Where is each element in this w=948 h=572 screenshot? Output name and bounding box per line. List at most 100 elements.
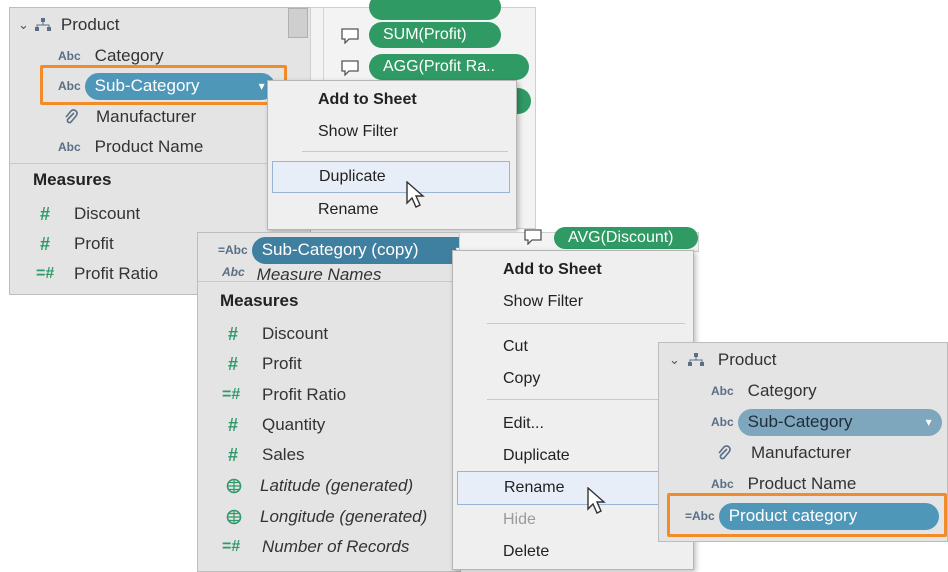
field-label: Quantity <box>262 415 326 434</box>
measures-heading: Measures <box>220 291 299 310</box>
dimension-measure-names[interactable]: Abc Measure Names <box>222 265 381 281</box>
string-type-icon: Abc <box>711 477 734 491</box>
measure-profit[interactable]: # Profit <box>228 349 302 379</box>
field-label: Sales <box>262 445 305 464</box>
tooltip-icon[interactable] <box>341 60 359 76</box>
data-pane-copy: =Abc Sub-Category (copy) ▾ Abc Measure N… <box>197 232 461 572</box>
mark-pill-avg-discount[interactable]: AVG(Discount) <box>554 227 698 249</box>
measure-longitude[interactable]: Longitude (generated) <box>226 502 427 532</box>
menu-edit[interactable]: Edit... <box>453 409 693 439</box>
field-label: Profit <box>262 354 302 373</box>
field-label: Manufacturer <box>96 107 197 126</box>
calculated-measure-icon: =# <box>36 265 55 282</box>
hierarchy-icon <box>34 18 51 32</box>
dropdown-arrow-icon[interactable]: ▾ <box>926 415 932 429</box>
tooltip-icon[interactable] <box>341 28 359 44</box>
renamed-highlight <box>667 493 947 537</box>
measure-hash-icon: # <box>228 323 239 344</box>
menu-add-to-sheet[interactable]: Add to Sheet <box>268 85 516 115</box>
dimension-manufacturer[interactable]: Manufacturer <box>717 438 851 468</box>
paperclip-icon <box>64 109 78 125</box>
field-label: Discount <box>262 324 329 343</box>
menu-show-filter[interactable]: Show Filter <box>453 287 693 317</box>
menu-rename[interactable]: Rename <box>268 195 516 225</box>
string-type-icon: Abc <box>222 265 245 279</box>
divider <box>198 281 460 282</box>
menu-separator <box>302 151 508 152</box>
field-label: Category <box>94 46 164 65</box>
measure-discount[interactable]: # Discount <box>40 199 140 229</box>
hierarchy-icon <box>687 353 704 367</box>
dimension-sub-category-copy[interactable]: =Abc Sub-Category (copy) ▾ <box>218 235 460 265</box>
measure-latitude[interactable]: Latitude (generated) <box>226 471 413 501</box>
measure-discount[interactable]: # Discount <box>228 319 328 349</box>
product-folder[interactable]: ⌄ Product <box>18 10 120 40</box>
field-label: Manufacturer <box>751 443 852 462</box>
dimension-product-name[interactable]: Abc Product Name <box>58 132 203 162</box>
selection-highlight <box>40 65 287 105</box>
menu-duplicate[interactable]: Duplicate <box>453 441 693 471</box>
measures-heading: Measures <box>33 170 112 189</box>
folder-label: Product <box>60 15 120 34</box>
menu-delete[interactable]: Delete <box>453 537 693 567</box>
calculated-string-icon: =Abc <box>218 243 248 257</box>
field-label: Discount <box>74 204 141 223</box>
measure-profit[interactable]: # Profit <box>40 229 114 259</box>
scrollbar-thumb[interactable] <box>288 8 308 38</box>
field-label: Latitude (generated) <box>260 476 414 495</box>
menu-add-to-sheet[interactable]: Add to Sheet <box>453 255 693 285</box>
menu-rename[interactable]: Rename <box>457 471 661 505</box>
menu-separator <box>487 399 685 400</box>
mark-pill-sum-profit[interactable]: SUM(Profit) <box>369 22 501 48</box>
field-label: Sub-Category (copy) <box>261 240 419 259</box>
string-type-icon: Abc <box>711 384 734 398</box>
field-label: Sub-Category <box>747 412 853 431</box>
folder-label: Product <box>717 350 777 369</box>
field-label: Profit Ratio <box>262 385 347 404</box>
mark-pill-agg-profit-ratio[interactable]: AGG(Profit Ra.. <box>369 54 529 80</box>
calculated-measure-icon: =# <box>222 386 241 403</box>
measure-hash-icon: # <box>228 353 239 374</box>
measure-hash-icon: # <box>40 233 51 254</box>
mouse-cursor-icon <box>406 181 428 209</box>
chevron-down-icon[interactable]: ⌄ <box>669 352 680 368</box>
mark-pill-top[interactable] <box>369 0 501 20</box>
field-pill[interactable]: Sub-Category ▾ <box>737 408 942 436</box>
menu-show-filter[interactable]: Show Filter <box>268 117 516 147</box>
product-folder[interactable]: ⌄ Product <box>669 345 777 375</box>
globe-icon <box>226 509 242 525</box>
measure-profit-ratio[interactable]: =# Profit Ratio <box>222 380 346 410</box>
menu-hide: Hide <box>503 511 536 528</box>
measure-hash-icon: # <box>228 444 239 465</box>
paperclip-icon <box>717 445 731 461</box>
calculated-measure-icon: =# <box>222 538 241 555</box>
measure-hash-icon: # <box>228 414 239 435</box>
dimension-manufacturer[interactable]: Manufacturer <box>64 102 196 132</box>
field-label: Profit <box>74 234 114 253</box>
string-type-icon: Abc <box>58 49 81 63</box>
field-label: Product Name <box>747 474 857 493</box>
field-label: Measure Names <box>256 265 382 281</box>
tooltip-icon[interactable] <box>524 229 542 245</box>
measure-hash-icon: # <box>40 203 51 224</box>
measure-number-of-records[interactable]: =# Number of Records <box>222 532 409 562</box>
field-label: Product Name <box>94 137 204 156</box>
copy-field-pill[interactable]: Sub-Category (copy) ▾ <box>251 236 460 264</box>
field-label: Category <box>747 381 817 400</box>
measure-quantity[interactable]: # Quantity <box>228 410 325 440</box>
dimension-category[interactable]: Abc Category <box>711 376 817 406</box>
mouse-cursor-icon <box>587 487 609 515</box>
menu-copy[interactable]: Copy <box>453 364 693 394</box>
dimension-sub-category[interactable]: Abc Sub-Category ▾ <box>711 407 942 437</box>
menu-cut[interactable]: Cut <box>453 332 693 362</box>
field-label: Longitude (generated) <box>260 507 428 526</box>
measure-profit-ratio[interactable]: =# Profit Ratio <box>36 259 158 289</box>
string-type-icon: Abc <box>711 415 734 429</box>
chevron-down-icon[interactable]: ⌄ <box>18 17 29 33</box>
marks-card-2: AVG(Discount) <box>459 227 699 252</box>
globe-icon <box>226 478 242 494</box>
menu-duplicate[interactable]: Duplicate <box>272 161 510 193</box>
field-label: Profit Ratio <box>74 264 159 283</box>
divider <box>10 163 310 164</box>
measure-sales[interactable]: # Sales <box>228 440 305 470</box>
